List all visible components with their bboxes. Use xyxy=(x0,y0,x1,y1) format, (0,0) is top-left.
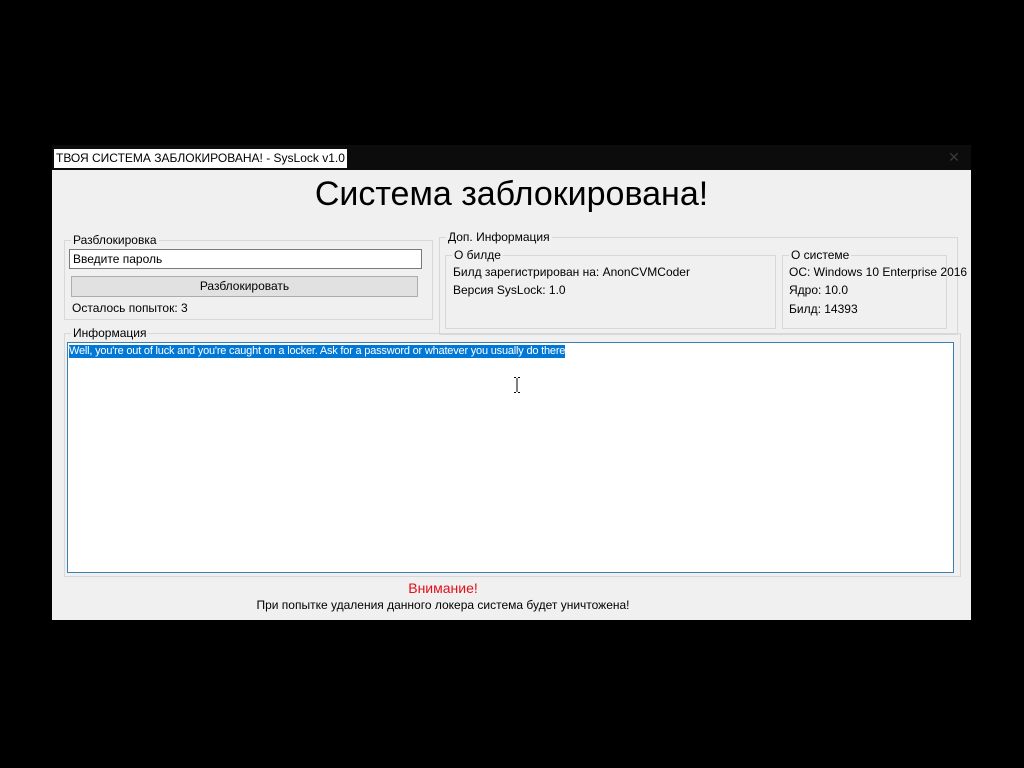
info-text: Well, you're out of luck and you're caug… xyxy=(69,345,566,358)
system-info-legend: О системе xyxy=(789,248,852,262)
kernel-label: Ядро: 10.0 xyxy=(789,283,849,297)
warning-text: При попытке удаления данного локера сист… xyxy=(256,598,630,612)
info-textbox[interactable]: Well, you're out of luck and you're caug… xyxy=(67,342,954,573)
close-icon[interactable]: ✕ xyxy=(945,148,963,166)
attempts-left-label: Осталось попыток: 3 xyxy=(72,301,188,315)
locker-window: ТВОЯ СИСТЕМА ЗАБЛОКИРОВАНА! - SysLock v1… xyxy=(52,145,971,620)
build-registered-label: Билд зарегистрирован на: AnonCVMCoder xyxy=(453,265,690,279)
unlock-button[interactable]: Разблокировать xyxy=(71,276,418,297)
unlock-group-legend: Разблокировка xyxy=(71,233,159,247)
syslock-version-label: Версия SysLock: 1.0 xyxy=(453,283,566,297)
warning-title: Внимание! xyxy=(408,580,478,596)
info-group-legend: Информация xyxy=(71,326,149,340)
password-input[interactable] xyxy=(69,249,422,269)
title-bar[interactable]: ТВОЯ СИСТЕМА ЗАБЛОКИРОВАНА! - SysLock v1… xyxy=(52,145,971,170)
os-build-label: Билд: 14393 xyxy=(789,302,858,316)
window-title: ТВОЯ СИСТЕМА ЗАБЛОКИРОВАНА! - SysLock v1… xyxy=(54,149,347,168)
os-label: ОС: Windows 10 Enterprise 2016 xyxy=(789,265,968,279)
extra-info-legend: Доп. Информация xyxy=(446,230,552,244)
text-cursor-icon xyxy=(514,377,520,393)
build-info-legend: О билде xyxy=(452,248,503,262)
page-title: Система заблокирована! xyxy=(314,175,709,213)
